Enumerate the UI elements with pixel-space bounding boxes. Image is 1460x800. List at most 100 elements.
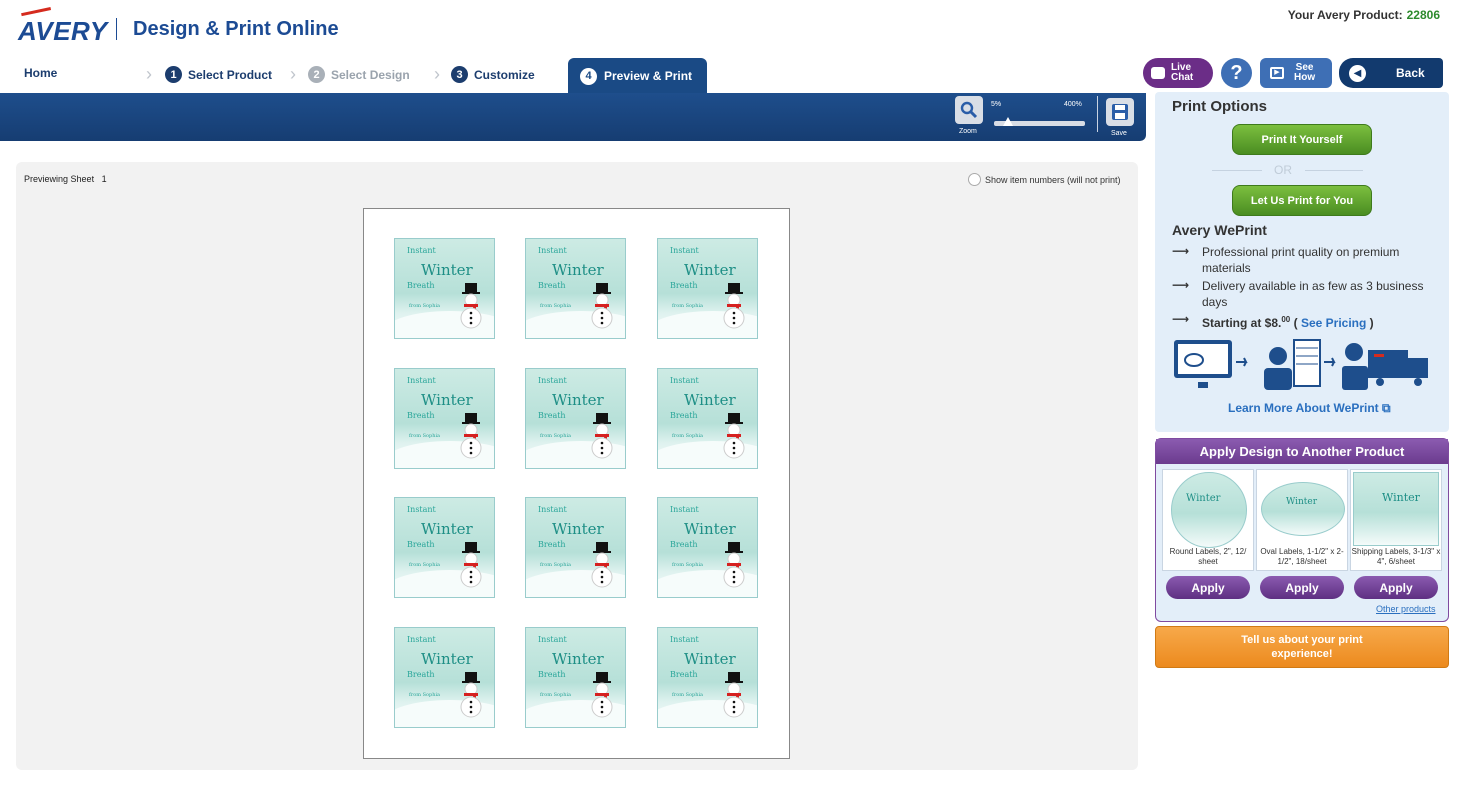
step-number-badge: 2 <box>308 66 325 83</box>
apply-button[interactable]: Apply <box>1260 576 1344 599</box>
see-pricing-link[interactable]: See Pricing <box>1301 316 1366 330</box>
label-text: Instant <box>670 505 699 514</box>
snowman-icon <box>460 672 482 718</box>
apply-button[interactable]: Apply <box>1166 576 1250 599</box>
snowman-icon <box>723 542 745 588</box>
see-how-label: See How <box>1294 62 1316 83</box>
save-label: Save <box>1111 130 1127 137</box>
arrow-right-icon: ⟶ <box>1172 244 1190 258</box>
label-text: Instant <box>407 246 436 255</box>
label-text: Instant <box>670 635 699 644</box>
zoom-slider-thumb[interactable] <box>1002 117 1013 126</box>
label-text: Winter <box>552 391 604 409</box>
product-shipping-labels[interactable]: Winter Shipping Labels, 3-1/3" x 4", 6/s… <box>1350 469 1442 571</box>
avery-logo[interactable]: AVERY <box>18 16 108 47</box>
label-text: from Sophia <box>540 303 572 309</box>
step-select-product[interactable]: 1 Select Product <box>165 66 272 83</box>
checkbox[interactable] <box>968 173 981 186</box>
preview-label: Instant Winter Breath from Sophia <box>525 627 626 728</box>
weprint-title: Avery WePrint <box>1172 222 1267 238</box>
live-chat-label: Live Chat <box>1171 62 1194 83</box>
label-text: Winter <box>421 520 473 538</box>
label-text: from Sophia <box>409 303 441 309</box>
step-label: Customize <box>474 67 535 82</box>
label-text: Winter <box>684 520 736 538</box>
snowman-icon <box>460 413 482 459</box>
snowman-icon <box>460 542 482 588</box>
step-customize[interactable]: 3 Customize <box>451 66 535 83</box>
show-item-numbers-toggle[interactable]: Show item numbers (will not print) <box>968 173 1121 186</box>
step-home[interactable]: Home <box>24 66 57 80</box>
save-button[interactable] <box>1106 98 1134 126</box>
preview-label: Instant Winter Breath from Sophia <box>525 238 626 339</box>
product-info: Your Avery Product: 22806 <box>1288 8 1440 22</box>
app-title: Design & Print Online <box>133 18 339 40</box>
label-text: Winter <box>421 261 473 279</box>
label-text: from Sophia <box>409 433 441 439</box>
snowman-icon <box>591 413 613 459</box>
product-name: Round Labels, 2", 12/ sheet <box>1169 547 1247 566</box>
label-text: from Sophia <box>540 692 572 698</box>
print-experience-feedback-button[interactable]: Tell us about your print experience! <box>1155 626 1449 668</box>
chevron-right-icon: › <box>146 64 152 84</box>
arrow-left-icon: ◀ <box>1349 64 1366 82</box>
label-text: Breath <box>670 670 698 679</box>
snowman-icon <box>591 283 613 329</box>
label-text: Instant <box>407 376 436 385</box>
preview-label: Instant Winter Breath from Sophia <box>394 238 495 339</box>
step-number-badge: 4 <box>580 67 597 85</box>
label-text: Instant <box>538 635 567 644</box>
or-text: OR <box>1274 163 1292 177</box>
product-number: 22806 <box>1406 8 1440 22</box>
other-products-link[interactable]: Other products <box>1376 604 1436 614</box>
label-text: Winter <box>421 391 473 409</box>
label-text: Instant <box>407 635 436 644</box>
step-label: Preview & Print <box>604 69 693 83</box>
let-us-print-button[interactable]: Let Us Print for You <box>1232 185 1372 216</box>
product-oval-labels[interactable]: Winter Oval Labels, 1-1/2" x 2-1/2", 18/… <box>1256 469 1348 571</box>
preview-label: Instant Winter Breath from Sophia <box>657 497 758 598</box>
snowman-icon <box>723 283 745 329</box>
label-text: Breath <box>670 540 698 549</box>
zoom-button[interactable] <box>955 96 983 124</box>
snowman-icon <box>591 542 613 588</box>
label-text: Instant <box>538 376 567 385</box>
snowman-icon <box>723 413 745 459</box>
label-text: Breath <box>538 281 566 290</box>
print-it-yourself-button[interactable]: Print It Yourself <box>1232 124 1372 155</box>
live-chat-button[interactable]: Live Chat <box>1143 58 1213 88</box>
back-button[interactable]: ◀ Back <box>1339 58 1443 88</box>
product-thumbnail: Winter <box>1353 472 1439 546</box>
apply-button[interactable]: Apply <box>1354 576 1438 599</box>
label-text: Breath <box>670 411 698 420</box>
preview-label: Instant Winter Breath from Sophia <box>525 368 626 469</box>
step-select-design[interactable]: 2 Select Design <box>308 66 410 83</box>
label-text: Winter <box>684 261 736 279</box>
step-number-badge: 1 <box>165 66 182 83</box>
label-text: Instant <box>407 505 436 514</box>
see-how-button[interactable]: ▶ See How <box>1260 58 1332 88</box>
label-text: Winter <box>552 520 604 538</box>
chevron-right-icon: › <box>290 64 296 84</box>
snowman-icon <box>591 672 613 718</box>
floppy-disk-icon <box>1112 104 1128 120</box>
learn-more-weprint-link[interactable]: Learn More About WePrint ⧉ <box>1228 401 1391 416</box>
show-item-numbers-label: Show item numbers (will not print) <box>985 174 1121 185</box>
product-name: Oval Labels, 1-1/2" x 2-1/2", 18/sheet <box>1260 547 1344 566</box>
label-text: Winter <box>552 261 604 279</box>
help-button[interactable]: ? <box>1221 58 1252 88</box>
step-label: Home <box>24 66 58 80</box>
zoom-label: Zoom <box>959 128 977 135</box>
step-number-badge: 3 <box>451 66 468 83</box>
product-round-labels[interactable]: Winter Round Labels, 2", 12/ sheet <box>1162 469 1254 571</box>
weprint-process-illustration <box>1174 339 1428 390</box>
apply-design-title: Apply Design to Another Product <box>1156 439 1448 464</box>
label-text: Winter <box>552 650 604 668</box>
label-text: Breath <box>538 540 566 549</box>
label-text: Instant <box>670 376 699 385</box>
label-text: Winter <box>421 650 473 668</box>
step-preview-print[interactable]: 4 Preview & Print <box>568 58 707 94</box>
label-text: from Sophia <box>672 692 704 698</box>
product-label: Your Avery Product: <box>1287 8 1403 22</box>
toolbar-divider <box>1097 96 1098 132</box>
